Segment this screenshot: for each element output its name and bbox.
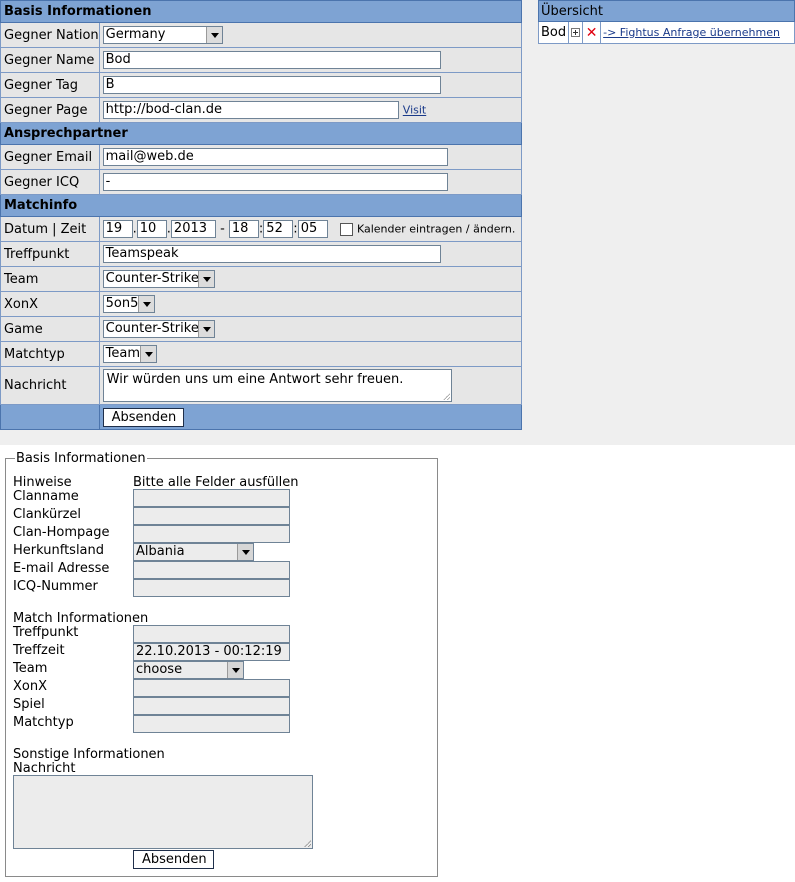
label-gegner-page: Gegner Page: [0, 97, 100, 123]
icq-nummer-input[interactable]: [133, 579, 290, 597]
chevron-down-icon: [197, 321, 214, 337]
gegner-icq-input[interactable]: -: [102, 173, 448, 191]
icq-nummer-label: ICQ-Nummer: [13, 579, 98, 594]
xonx-select[interactable]: 5on5: [102, 295, 155, 313]
resize-grip-icon[interactable]: [304, 840, 311, 847]
basis-informationen-fieldset: Basis Informationen Hinweise Bitte alle …: [5, 452, 438, 877]
resize-grip-icon[interactable]: [442, 393, 450, 400]
visit-link[interactable]: Visit: [403, 104, 426, 117]
clankuerzel-label: Clankürzel: [13, 507, 82, 522]
label-gegner-tag: Gegner Tag: [0, 72, 100, 98]
matchtyp-select[interactable]: Team: [102, 345, 157, 363]
expand-plus-icon[interactable]: [571, 28, 581, 37]
section-basis-informationen: Basis Informationen: [0, 0, 522, 23]
fightus-uebernehmen-link[interactable]: -> Fightus Anfrage übernehmen: [603, 26, 780, 39]
nachricht-textarea[interactable]: Wir würden uns um eine Antwort sehr freu…: [102, 369, 452, 402]
clan-homepage-label: Clan-Hompage: [13, 525, 110, 540]
overview-entry-name: Bod: [537, 21, 570, 44]
team-select[interactable]: choose: [133, 661, 244, 679]
kalender-label: Kalender eintragen / ändern.: [356, 222, 516, 236]
nachricht-textarea[interactable]: [13, 775, 313, 849]
overview-title: Übersicht: [538, 0, 795, 22]
herkunftsland-label: Herkunftsland: [13, 543, 105, 558]
label-gegner-icq: Gegner ICQ: [0, 169, 100, 195]
kalender-checkbox[interactable]: [339, 222, 353, 236]
gegner-nation-select[interactable]: Germany: [102, 26, 223, 44]
label-xonx: XonX: [0, 291, 100, 317]
spiel-label: Spiel: [13, 697, 45, 712]
team-select[interactable]: Counter-Strike: [102, 270, 215, 288]
clanname-input[interactable]: [133, 489, 290, 507]
email-adresse-input[interactable]: [133, 561, 290, 579]
label-gegner-nation: Gegner Nation: [0, 22, 100, 48]
label-gegner-email: Gegner Email: [0, 144, 100, 170]
game-select[interactable]: Counter-Strike: [102, 320, 215, 338]
spiel-input[interactable]: [133, 697, 290, 715]
treffpunkt-label: Treffpunkt: [13, 625, 79, 640]
fieldset-legend: Basis Informationen: [15, 451, 147, 466]
game-select-value: Counter-Strike: [105, 321, 199, 336]
section-ansprechpartner: Ansprechpartner: [0, 122, 522, 145]
chevron-down-icon: [227, 662, 243, 678]
absenden-button[interactable]: Absenden: [133, 850, 214, 869]
submit-button[interactable]: Absenden: [102, 407, 184, 427]
nachricht-text: Wir würden uns um eine Antwort sehr freu…: [106, 372, 404, 387]
section-matchinfo: Matchinfo: [0, 194, 522, 217]
xonx-input[interactable]: [133, 679, 290, 697]
date-time-separator: -: [220, 221, 225, 237]
overview-delete[interactable]: ✕: [582, 21, 602, 44]
chevron-down-icon: [205, 27, 222, 43]
footer-spacer: [0, 404, 100, 430]
matchtyp-select-value: Team: [105, 346, 141, 361]
team-select-value: Counter-Strike: [105, 271, 199, 286]
treffzeit-input[interactable]: 22.10.2013 - 00:12:19: [133, 643, 290, 661]
chevron-down-icon: [137, 296, 154, 312]
minute-input[interactable]: 52: [263, 220, 294, 238]
clanname-label: Clanname: [13, 489, 79, 504]
second-input[interactable]: 05: [297, 220, 328, 238]
hour-input[interactable]: 18: [228, 220, 259, 238]
treffpunkt-input[interactable]: [133, 625, 290, 643]
chevron-down-icon: [237, 544, 253, 560]
matchtyp-label: Matchtyp: [13, 715, 74, 730]
year-input[interactable]: 2013: [170, 220, 216, 238]
clan-homepage-input[interactable]: [133, 525, 290, 543]
month-input[interactable]: 10: [136, 220, 167, 238]
gegner-tag-input[interactable]: B: [102, 76, 441, 94]
delete-x-icon[interactable]: ✕: [586, 25, 598, 41]
chevron-down-icon: [197, 271, 214, 287]
clankuerzel-input[interactable]: [133, 507, 290, 525]
chevron-down-icon: [139, 346, 156, 362]
treffpunkt-input[interactable]: Teamspeak: [102, 245, 441, 263]
herkunftsland-select[interactable]: Albania: [133, 543, 254, 561]
xonx-label: XonX: [13, 679, 48, 694]
gegner-page-input[interactable]: http://bod-clan.de: [102, 101, 399, 119]
herkunftsland-value: Albania: [136, 544, 185, 559]
label-treffpunkt: Treffpunkt: [0, 241, 100, 267]
label-nachricht: Nachricht: [0, 366, 100, 405]
label-datum-zeit: Datum | Zeit: [0, 216, 100, 242]
gegner-nation-value: Germany: [105, 27, 166, 42]
team-label: Team: [13, 661, 48, 676]
label-matchtyp: Matchtyp: [0, 341, 100, 367]
xonx-select-value: 5on5: [105, 296, 139, 311]
challenge-form-table: Basis Informationen Gegner Nation German…: [0, 0, 523, 430]
overview-panel: Übersicht Bod ✕ -> Fightus Anfrage übern…: [537, 0, 795, 44]
label-gegner-name: Gegner Name: [0, 47, 100, 73]
gegner-email-input[interactable]: mail@web.de: [102, 148, 448, 166]
overview-expand[interactable]: [568, 21, 584, 44]
label-team: Team: [0, 266, 100, 292]
matchtyp-input[interactable]: [133, 715, 290, 733]
day-input[interactable]: 19: [102, 220, 133, 238]
team-select-value: choose: [136, 662, 183, 677]
treffzeit-label: Treffzeit: [13, 643, 65, 658]
label-game: Game: [0, 316, 100, 342]
email-adresse-label: E-mail Adresse: [13, 561, 110, 576]
gegner-name-input[interactable]: Bod: [102, 51, 441, 69]
